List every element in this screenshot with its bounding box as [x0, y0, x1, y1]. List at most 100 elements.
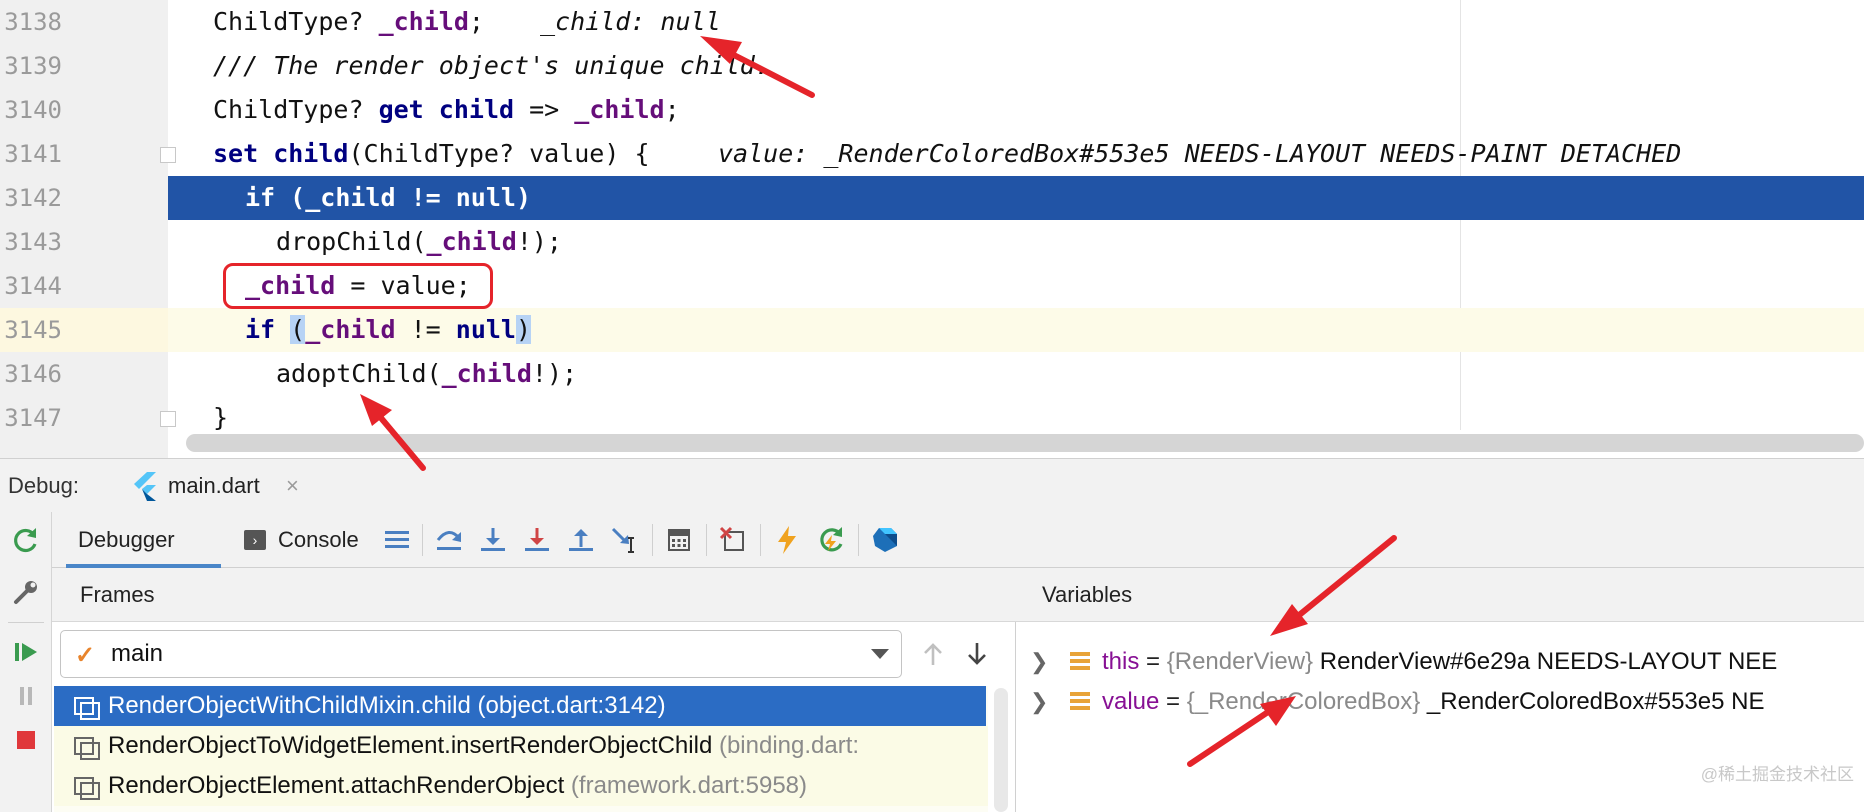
variables-panel-title: Variables [1042, 582, 1133, 607]
code-line-3146[interactable]: 3146 adoptChild(_child!); [0, 352, 1864, 396]
editor-horizontal-scrollbar[interactable] [186, 434, 1864, 452]
evaluate-expression-icon[interactable] [662, 524, 696, 556]
resume-program-icon[interactable] [10, 636, 42, 668]
line-number: 3143 [4, 228, 62, 256]
close-tab-icon[interactable]: × [286, 459, 299, 513]
frame-item[interactable]: RenderObjectToWidgetElement.insertRender… [54, 726, 988, 766]
annotation-highlight-box [223, 263, 493, 309]
code-line-3141[interactable]: 3141 set child(ChildType? value) { value… [0, 132, 1864, 176]
debug-side-toolbar [0, 512, 52, 812]
previous-frame-up-arrow-icon[interactable] [918, 638, 948, 670]
watermark: @稀土掘金技术社区 [1700, 765, 1854, 784]
step-out-icon[interactable] [564, 524, 598, 556]
step-over-icon[interactable] [432, 524, 466, 556]
fold-marker-icon[interactable] [160, 147, 176, 163]
pause-program-icon[interactable] [10, 680, 42, 712]
stack-frame-icon [74, 697, 100, 720]
code-line-3145-caret[interactable]: 3145 if (_child != null) [0, 308, 1864, 352]
variable-row-value[interactable]: ❯ value = {_RenderColoredBox} _RenderCol… [1016, 682, 1864, 722]
code-token: ; [664, 95, 680, 124]
debug-tool-window-header: Debug: main.dart × [0, 458, 1864, 512]
variable-name: value [1102, 688, 1160, 715]
frame-method: RenderObjectElement.attachRenderObject [108, 772, 565, 799]
settings-wrench-icon[interactable] [10, 576, 42, 608]
run-config-tab-main-dart[interactable]: main.dart × [126, 459, 316, 513]
code-line-3140[interactable]: 3140 ChildType? get child => _child; [0, 88, 1864, 132]
frame-method: RenderObjectWithChildMixin.child [108, 692, 471, 719]
console-icon: › [244, 530, 266, 550]
code-token: ( [275, 183, 306, 212]
variable-value: _RenderColoredBox#553e5 NE [1420, 688, 1765, 715]
frames-panel-title: Frames [80, 582, 155, 607]
getter-name-token: child [423, 95, 515, 124]
thread-dropdown[interactable]: ✓ main [60, 630, 902, 678]
tab-console-label: Console [278, 527, 359, 552]
keyword-token: if [245, 315, 276, 344]
frames-panel: Frames ✓ main RenderObjectWithChildMixin… [52, 568, 1016, 812]
tab-debugger-label: Debugger [78, 527, 175, 552]
inline-debug-value: value: _RenderColoredBox#553e5 NEEDS-LAY… [718, 139, 1682, 168]
variable-value: RenderView#6e29a NEEDS-LAYOUT NEE [1313, 648, 1778, 675]
code-line-3143[interactable]: 3143 dropChild(_child!); [0, 220, 1864, 264]
chevron-down-icon [871, 649, 889, 659]
line-number: 3144 [4, 272, 62, 300]
field-token: _child [574, 95, 665, 124]
stop-icon[interactable] [10, 724, 42, 756]
line-number: 3140 [4, 96, 62, 124]
field-icon [1070, 652, 1090, 672]
hot-reload-icon[interactable] [770, 524, 804, 556]
field-token: _child [305, 315, 396, 344]
rerun-icon[interactable] [10, 524, 42, 556]
frames-panel-header: Frames [52, 568, 1016, 622]
variable-row-this[interactable]: ❯ this = {RenderView} RenderView#6e29a N… [1016, 642, 1864, 682]
debugger-toolbar: Debugger › Console [52, 512, 1864, 568]
tab-debugger[interactable]: Debugger [66, 512, 226, 568]
keyword-token: null [455, 183, 516, 212]
frame-item[interactable]: RenderObjectElement.attachRenderObject (… [54, 766, 988, 806]
show-frames-menu-icon[interactable] [380, 524, 414, 556]
code-token: !); [516, 227, 562, 256]
stack-frame-icon [74, 777, 100, 800]
dart-devtools-icon[interactable] [868, 524, 902, 556]
field-token: _child [441, 359, 532, 388]
frame-item[interactable]: RenderObjectWithChildMixin.child (object… [54, 686, 986, 726]
frame-location: (binding.dart: [712, 732, 860, 759]
keyword-token: get [378, 95, 424, 124]
code-line-3138[interactable]: 3138 ChildType? _child; _child: null [0, 0, 1864, 44]
run-to-cursor-icon[interactable] [608, 524, 642, 556]
code-token: => [514, 95, 575, 124]
run-tab-label: main.dart [168, 473, 260, 498]
hot-restart-icon[interactable] [814, 524, 848, 556]
fold-marker-icon[interactable] [160, 411, 176, 427]
field-token: _child [305, 183, 396, 212]
variables-panel-header: Variables [1016, 568, 1864, 622]
keyword-token: null [455, 315, 516, 344]
matched-brace-token: ) [515, 315, 532, 344]
line-number: 3138 [4, 8, 62, 36]
variable-type: {RenderView} [1166, 648, 1314, 675]
next-frame-down-arrow-icon[interactable] [962, 638, 992, 670]
debug-label: Debug: [8, 473, 79, 498]
force-step-into-icon[interactable] [520, 524, 554, 556]
code-token: (ChildType? value) { [348, 139, 650, 168]
stack-frame-icon [74, 737, 100, 760]
tab-console[interactable]: › Console [232, 512, 382, 568]
expand-chevron-icon[interactable]: ❯ [1030, 642, 1048, 682]
variable-type: {_RenderColoredBox} [1186, 688, 1421, 715]
code-token: dropChild( [276, 227, 427, 256]
code-editor[interactable]: 3138 ChildType? _child; _child: null 313… [0, 0, 1864, 458]
frames-vertical-scrollbar[interactable] [994, 688, 1008, 812]
code-token: != [395, 183, 456, 212]
setter-name-token: child [258, 139, 349, 168]
line-number: 3146 [4, 360, 62, 388]
frame-location: (framework.dart:5958) [564, 772, 808, 799]
mute-breakpoints-icon[interactable] [716, 524, 750, 556]
code-line-3139[interactable]: 3139 /// The render object's unique chil… [0, 44, 1864, 88]
checkmark-icon: ✓ [75, 642, 96, 669]
field-token: _child [426, 227, 517, 256]
expand-chevron-icon[interactable]: ❯ [1030, 682, 1048, 722]
step-into-icon[interactable] [476, 524, 510, 556]
frame-location: (object.dart:3142) [470, 692, 666, 719]
code-line-3142-execution-point[interactable]: 3142 if (_child != null) [0, 176, 1864, 220]
line-number: 3142 [4, 184, 62, 212]
